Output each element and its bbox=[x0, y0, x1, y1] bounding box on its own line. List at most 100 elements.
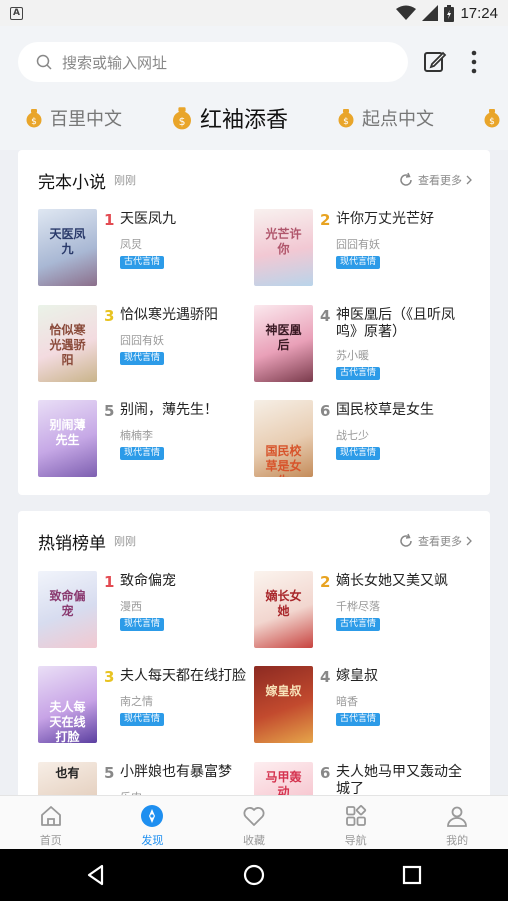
notification-a-icon: A bbox=[10, 7, 23, 20]
book-title: 致命偏宠 bbox=[120, 573, 176, 589]
home-circle-icon[interactable] bbox=[242, 863, 266, 887]
tab-label: 我的 bbox=[446, 834, 469, 847]
compass-icon bbox=[141, 805, 164, 827]
tab-home[interactable]: 首页 bbox=[0, 796, 102, 849]
chevron-right-icon bbox=[466, 536, 472, 546]
see-more-button[interactable]: 查看更多 bbox=[398, 172, 472, 188]
book-genre-tag: 现代言情 bbox=[120, 352, 165, 365]
tab-profile[interactable]: 我的 bbox=[406, 796, 508, 849]
back-icon[interactable] bbox=[84, 863, 108, 887]
person-icon bbox=[447, 806, 468, 827]
book-author: 囧囧有妖 bbox=[336, 238, 380, 251]
book-author: 凤炅 bbox=[120, 238, 142, 251]
book-title: 国民校草是女生 bbox=[336, 402, 434, 418]
book-genre-tag: 现代言情 bbox=[120, 447, 165, 460]
section-updated-time: 刚刚 bbox=[114, 174, 136, 187]
book-rank: 2 bbox=[320, 211, 331, 229]
book-cover: 夫人每天在线打脸 bbox=[38, 666, 97, 743]
book-item[interactable]: 神医凰后 4 神医凰后（《且听凤鸣》原著） 苏小暖 古代言情 bbox=[254, 305, 470, 383]
top-bar: 搜索或输入网址 $ 百里中文 $ 红袖添香 $ 起点中文 $ 掌 bbox=[0, 26, 508, 150]
refresh-icon bbox=[400, 172, 412, 186]
tab-navigation[interactable]: 导航 bbox=[305, 796, 407, 849]
book-title: 天医凤九 bbox=[120, 211, 176, 227]
chip-source-active[interactable]: $ 红袖添香 bbox=[170, 102, 288, 134]
svg-text:$: $ bbox=[179, 115, 186, 128]
book-author: 楠楠李 bbox=[120, 429, 153, 442]
chip-source[interactable]: $ 起点中文 bbox=[336, 105, 434, 131]
book-author: 囧囧有妖 bbox=[120, 334, 164, 347]
book-cover: 致命偏宠 bbox=[38, 571, 97, 648]
book-title: 恰似寒光遇骄阳 bbox=[120, 307, 218, 323]
edit-icon[interactable] bbox=[422, 49, 448, 75]
book-genre-tag: 古代言情 bbox=[336, 713, 381, 726]
battery-icon bbox=[444, 4, 455, 22]
book-rank: 3 bbox=[104, 307, 115, 325]
book-cover: 神医凰后 bbox=[254, 305, 313, 382]
refresh-icon bbox=[400, 533, 412, 547]
book-author: 漫西 bbox=[120, 600, 142, 613]
home-icon bbox=[40, 806, 61, 826]
recents-icon[interactable] bbox=[400, 863, 424, 887]
search-icon bbox=[36, 54, 52, 70]
status-bar: A 17:24 bbox=[0, 0, 508, 26]
section-title: 热销榜单 bbox=[38, 533, 106, 554]
book-author: 千桦尽落 bbox=[336, 600, 380, 613]
money-bag-icon: $ bbox=[173, 107, 191, 130]
see-more-label: 查看更多 bbox=[418, 174, 462, 187]
book-genre-tag: 古代言情 bbox=[336, 367, 381, 380]
book-cover: 别闹薄先生 bbox=[38, 400, 97, 477]
book-title: 夫人她马甲又轰动全城了 bbox=[336, 764, 462, 797]
book-title: 神医凰后（《且听凤鸣》原著） bbox=[336, 307, 455, 340]
more-vertical-icon[interactable] bbox=[466, 49, 482, 75]
money-bag-icon: $ bbox=[338, 109, 354, 128]
book-rank: 4 bbox=[320, 668, 331, 686]
chip-label: 百里中文 bbox=[50, 109, 122, 130]
book-item[interactable]: 别闹薄先生 5 别闹，薄先生！ 楠楠李 现代言情 bbox=[38, 400, 254, 478]
search-input[interactable]: 搜索或输入网址 bbox=[62, 52, 167, 73]
chip-source[interactable]: $ 百里中文 bbox=[24, 105, 122, 131]
svg-text:$: $ bbox=[489, 117, 495, 127]
tab-favorites[interactable]: 收藏 bbox=[203, 796, 305, 849]
book-item[interactable]: 嫁皇叔 4 嫁皇叔 暗香 古代言情 bbox=[254, 666, 470, 744]
book-item[interactable]: 光芒许你 2 许你万丈光芒好 囧囧有妖 现代言情 bbox=[254, 209, 470, 287]
book-item[interactable]: 夫人每天在线打脸 3 夫人每天都在线打脸 南之情 现代言情 bbox=[38, 666, 254, 744]
book-cover: 嫁皇叔 bbox=[254, 666, 313, 743]
chip-label: 起点中文 bbox=[362, 109, 435, 130]
book-cover: 国民校草是女生 bbox=[254, 400, 313, 477]
book-genre-tag: 现代言情 bbox=[120, 713, 165, 726]
book-cover: 嫡长女她 bbox=[254, 571, 313, 648]
svg-text:$: $ bbox=[343, 117, 349, 127]
money-bag-icon: $ bbox=[484, 109, 500, 128]
tab-label: 首页 bbox=[39, 834, 62, 847]
book-title: 许你万丈光芒好 bbox=[336, 211, 434, 227]
book-cover: 天医凤九 bbox=[38, 209, 97, 286]
chip-source[interactable]: $ 掌 bbox=[482, 105, 508, 131]
book-item[interactable]: 恰似寒光遇骄阳 3 恰似寒光遇骄阳 囧囧有妖 现代言情 bbox=[38, 305, 254, 383]
book-author: 暗香 bbox=[336, 695, 358, 708]
book-item[interactable]: 致命偏宠 1 致命偏宠 漫西 现代言情 bbox=[38, 571, 254, 649]
signal-icon bbox=[422, 5, 439, 21]
book-item[interactable]: 天医凤九 1 天医凤九 凤炅 古代言情 bbox=[38, 209, 254, 287]
chevron-right-icon bbox=[466, 175, 472, 185]
system-nav-bar bbox=[0, 849, 508, 901]
book-author: 南之情 bbox=[120, 695, 153, 708]
book-rank: 6 bbox=[320, 402, 331, 420]
heart-icon bbox=[243, 807, 265, 826]
book-genre-tag: 古代言情 bbox=[336, 618, 381, 631]
book-rank: 6 bbox=[320, 764, 331, 782]
tab-label: 导航 bbox=[344, 834, 367, 847]
section-header: 热销榜单 刚刚 查看更多 bbox=[38, 529, 472, 554]
svg-text:$: $ bbox=[31, 117, 37, 127]
clock-time: 17:24 bbox=[460, 4, 498, 22]
money-bag-icon: $ bbox=[26, 109, 42, 128]
tab-label: 发现 bbox=[141, 834, 164, 847]
book-genre-tag: 现代言情 bbox=[336, 256, 381, 269]
see-more-button[interactable]: 查看更多 bbox=[398, 533, 472, 549]
book-item[interactable]: 国民校草是女生 6 国民校草是女生 战七少 现代言情 bbox=[254, 400, 470, 478]
book-genre-tag: 现代言情 bbox=[336, 447, 381, 460]
book-title: 嫡长女她又美又飒 bbox=[336, 573, 448, 589]
see-more-label: 查看更多 bbox=[418, 535, 462, 548]
book-item[interactable]: 嫡长女她 2 嫡长女她又美又飒 千桦尽落 古代言情 bbox=[254, 571, 470, 649]
search-bar[interactable]: 搜索或输入网址 bbox=[18, 42, 408, 82]
tab-discover[interactable]: 发现 bbox=[102, 796, 204, 849]
